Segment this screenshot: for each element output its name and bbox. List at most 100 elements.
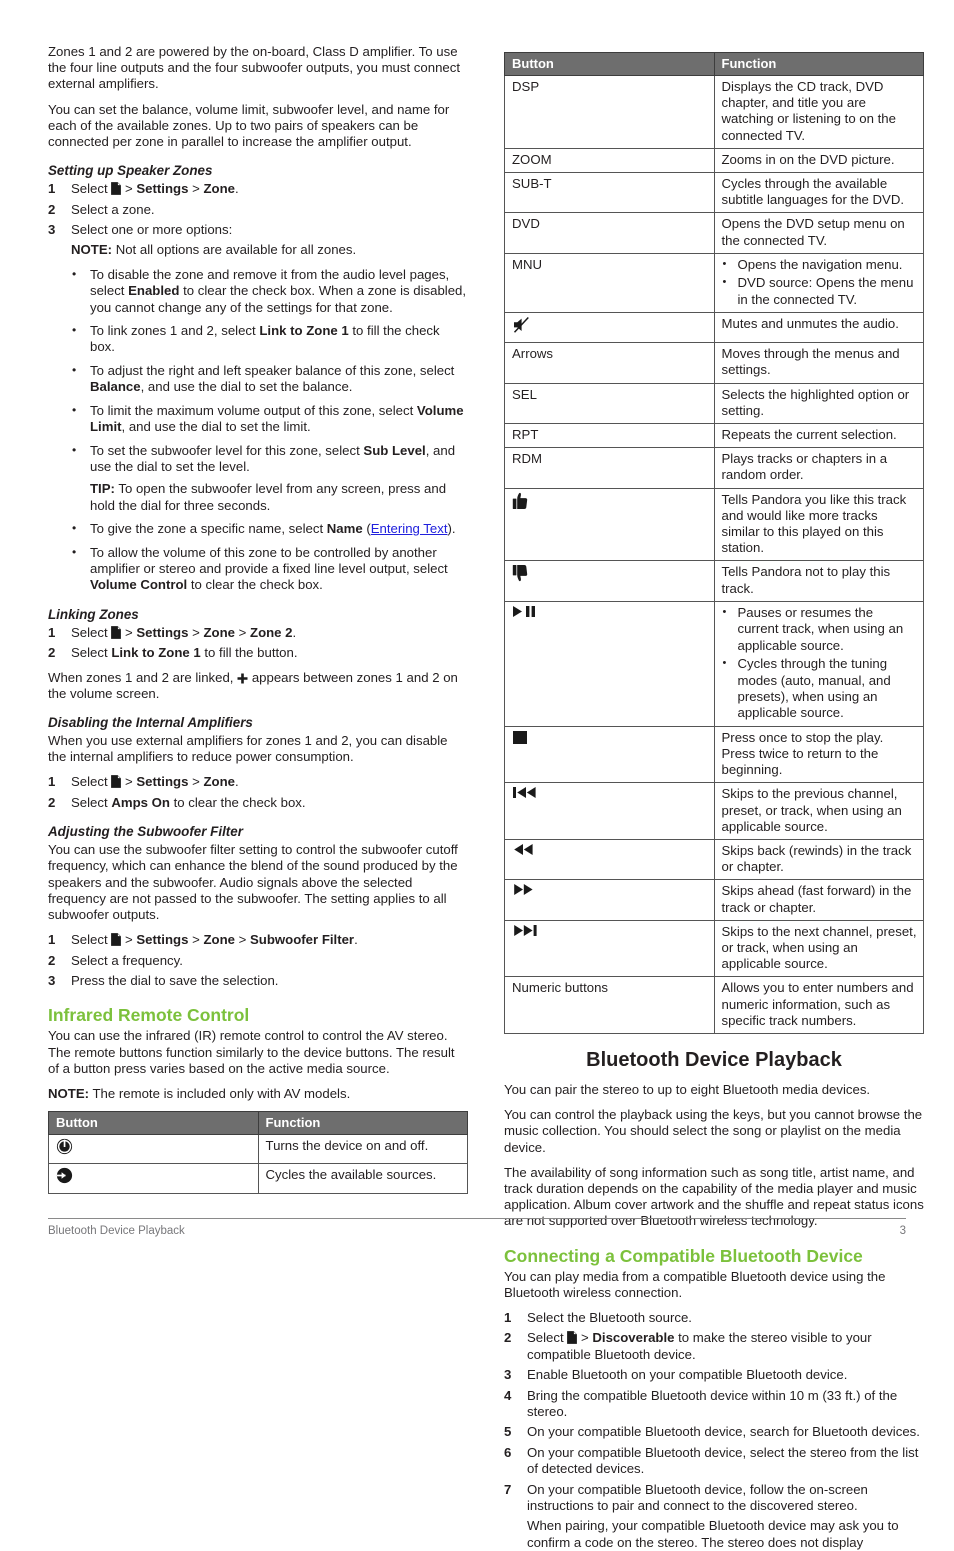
- function-cell: Skips to the previous channel, preset, o…: [713, 782, 924, 840]
- step-post: to fill the button.: [200, 645, 298, 661]
- mute-icon: [512, 316, 532, 336]
- table-row: Tells Pandora not to play this track.: [504, 560, 924, 602]
- function-cell: Moves through the menus and settings.: [713, 342, 924, 384]
- note-label: NOTE:: [71, 242, 113, 258]
- function-cell: Selects the highlighted option or settin…: [713, 382, 924, 425]
- step-separator: >: [581, 1330, 589, 1346]
- step-item: Select Amps On to clear the check box.: [48, 794, 468, 812]
- step-text-prefix: Select: [71, 624, 108, 640]
- step-bold-zone: Zone: [203, 624, 235, 640]
- step-item: Select > Discoverable to make the stereo…: [504, 1330, 924, 1363]
- bullet-bold: Volume Control: [90, 577, 188, 593]
- table-row: Tells Pandora you like this track and wo…: [504, 487, 924, 562]
- device-button-table: Button Function Turns the device on and …: [48, 1111, 468, 1194]
- button-cell: [504, 919, 715, 978]
- menu-page-icon: [111, 182, 122, 196]
- infrared-remote-paragraph: You can use the infrared (IR) remote con…: [48, 1028, 455, 1076]
- note-block: NOTE: Not all options are available for …: [71, 242, 468, 258]
- step-bold-settings: Settings: [136, 181, 189, 197]
- table-row: Mutes and unmutes the audio.: [504, 312, 924, 344]
- step-bold-zone2: Zone 2: [250, 624, 293, 640]
- subwoofer-filter-paragraph: You can use the subwoofer filter setting…: [48, 842, 458, 922]
- heading-disabling-internal-amplifiers: Disabling the Internal Amplifiers: [48, 714, 253, 730]
- list-item: To adjust the right and left speaker bal…: [70, 362, 468, 396]
- button-cell: DSP: [504, 75, 715, 149]
- stop-icon: [512, 730, 528, 747]
- remote-button-function-table: Button Function DSP Displays the CD trac…: [504, 52, 924, 1034]
- tip-block: TIP: To open the subwoofer level from an…: [90, 481, 468, 514]
- cross-reference-link-entering-text[interactable]: Entering Text: [371, 521, 448, 536]
- step-bold-settings: Settings: [136, 624, 189, 640]
- button-cell: [504, 312, 715, 344]
- list-item: To set the subwoofer level for this zone…: [70, 442, 468, 515]
- step-post: to make the stereo visible to your compa…: [527, 1330, 872, 1362]
- step-separator: >: [125, 181, 133, 197]
- bullet-post: , and use the dial to set the balance.: [140, 379, 353, 395]
- table-row: Cycles the available sources.: [48, 1163, 468, 1194]
- step-period: .: [234, 774, 239, 790]
- note-label: NOTE:: [48, 1086, 90, 1102]
- table-row: Skips ahead (fast forward) in the track …: [504, 879, 924, 921]
- bullet-post: to clear the check box.: [187, 577, 323, 593]
- function-cell: Skips ahead (fast forward) in the track …: [713, 879, 924, 921]
- function-bullet-list: Pauses or resumes the current track, whe…: [722, 604, 918, 722]
- steps-connecting-bluetooth-device: Select the Bluetooth source. Select > Di…: [504, 1310, 924, 1551]
- step-period: .: [354, 932, 358, 948]
- function-cell: Opens the navigation menu. DVD source: O…: [713, 252, 924, 314]
- heading-infrared-remote-control: Infrared Remote Control: [48, 1005, 250, 1026]
- right-column: Button Function DSP Displays the CD trac…: [504, 44, 924, 1550]
- plus-icon: [237, 673, 248, 684]
- list-item: To link zones 1 and 2, select Link to Zo…: [70, 322, 468, 356]
- button-cell: [504, 560, 715, 602]
- steps-subwoofer-filter: Select > Settings > Zone > Subwoofer Fil…: [48, 932, 468, 990]
- table-row: MNU Opens the navigation menu. DVD sourc…: [504, 252, 924, 314]
- table-row: DSP Displays the CD track, DVD chapter, …: [504, 75, 924, 149]
- heading-connecting-compatible-bluetooth-device: Connecting a Compatible Bluetooth Device: [504, 1245, 863, 1266]
- heading-bluetooth-device-playback: Bluetooth Device Playback: [586, 1048, 842, 1071]
- bullet-pre: To adjust the right and left speaker bal…: [90, 362, 455, 378]
- step-text-prefix: Select: [71, 181, 108, 197]
- bullet-bold: Enabled: [128, 283, 180, 299]
- step-bold: Link to Zone 1: [111, 645, 201, 661]
- table-row: Turns the device on and off.: [48, 1134, 468, 1165]
- play-pause-icon: [512, 605, 539, 620]
- step-bold-settings: Settings: [136, 932, 189, 948]
- function-cell: Cycles through the available subtitle la…: [713, 172, 924, 214]
- fast-forward-icon: [512, 883, 536, 898]
- list-item: To limit the maximum volume output of th…: [70, 402, 468, 436]
- table-row: Skips back (rewinds) in the track or cha…: [504, 838, 924, 881]
- bullet-pre: To allow the volume of this zone to be c…: [90, 544, 448, 576]
- function-cell: Displays the CD track, DVD chapter, and …: [713, 75, 924, 149]
- step-pre: Select: [71, 794, 112, 810]
- step-separator-2: >: [192, 624, 200, 640]
- button-cell: [504, 487, 715, 562]
- step-separator-2: >: [192, 181, 200, 197]
- linking-zones-result: When zones 1 and 2 are linked, appears b…: [48, 670, 468, 702]
- step-item: Select > Settings > Zone.: [48, 774, 468, 791]
- step-separator-2: >: [192, 774, 200, 790]
- button-cell: DVD: [504, 212, 715, 254]
- step-item: On your compatible Bluetooth device, fol…: [504, 1482, 924, 1551]
- button-cell: SUB-T: [504, 172, 715, 214]
- rewind-icon: [512, 843, 536, 858]
- function-cell: Mutes and unmutes the audio.: [713, 312, 924, 344]
- step-bold-discoverable: Discoverable: [592, 1330, 675, 1346]
- thumbs-down-icon: [512, 564, 529, 584]
- heading-linking-zones: Linking Zones: [48, 606, 139, 622]
- step-item: Select a zone.: [48, 201, 155, 219]
- button-cell: Arrows: [504, 342, 715, 384]
- table-row: Skips to the next channel, preset, or tr…: [504, 919, 924, 978]
- function-bullet-list: Opens the navigation menu. DVD source: O…: [722, 256, 918, 308]
- bullet-bold: Name: [326, 521, 363, 537]
- step-separator-2: >: [192, 932, 200, 948]
- button-cell: [504, 782, 715, 840]
- step-item: Press the dial to save the selection.: [48, 973, 279, 990]
- step-item: Bring the compatible Bluetooth device wi…: [504, 1387, 898, 1420]
- bullet-post: (: [362, 521, 371, 537]
- table-row: Press once to stop the play. Press twice…: [504, 725, 924, 784]
- list-item: DVD source: Opens the menu in the connec…: [722, 274, 918, 308]
- table-header-row: Button Function: [504, 52, 924, 76]
- button-cell: [504, 838, 715, 881]
- step-item: Select > Settings > Zone > Subwoofer Fil…: [48, 932, 468, 949]
- step-post: to clear the check box.: [169, 794, 306, 810]
